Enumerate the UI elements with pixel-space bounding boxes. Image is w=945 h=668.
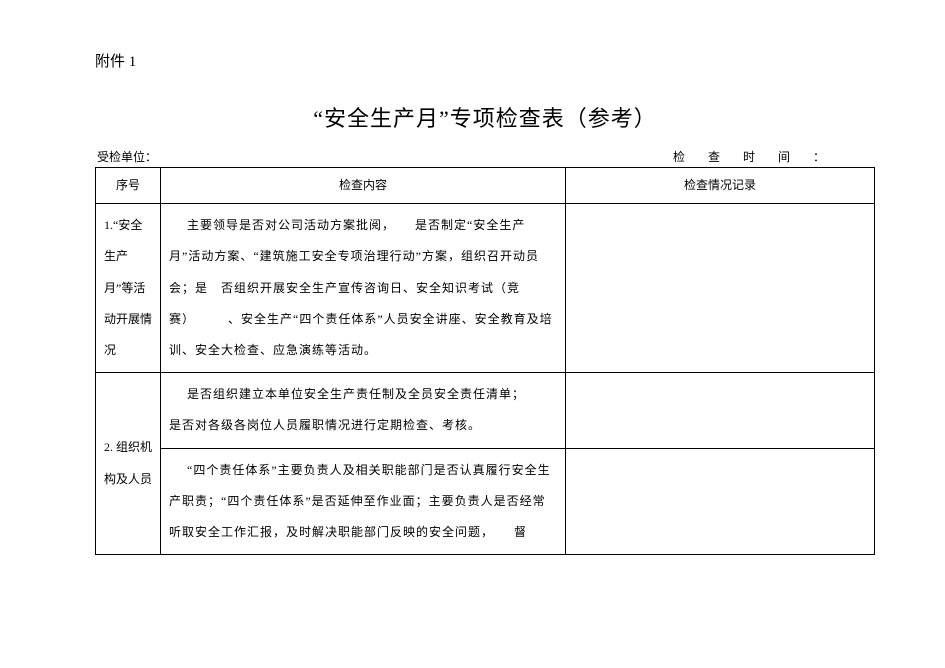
row-record-cell — [566, 448, 875, 555]
table-row: “四个责任体系”主要负责人及相关职能部门是否认真履行安全生产职责；“四个责任体系… — [96, 448, 875, 555]
col-header-idx: 序号 — [96, 168, 161, 204]
table-row: 2. 组织机构及人员 是否组织建立本单位安全生产责任制及全员安全责任清单； 是否… — [96, 373, 875, 448]
row-content-cell: 主要领导是否对公司活动方案批阅， 是否制定“安全生产月”活动方案、“建筑施工安全… — [161, 204, 566, 373]
row-content-cell: “四个责任体系”主要负责人及相关职能部门是否认真履行安全生产职责；“四个责任体系… — [161, 448, 566, 555]
table-row: 1.“安全生产月”等活动开展情况 主要领导是否对公司活动方案批阅， 是否制定“安… — [96, 204, 875, 373]
row-index-cell: 2. 组织机构及人员 — [96, 373, 161, 555]
inspection-time-label: 检 查 时 间 ： — [673, 148, 873, 165]
inspected-unit-label: 受检单位： — [97, 148, 673, 165]
attachment-label: 附件 1 — [95, 50, 875, 71]
row-index-cell: 1.“安全生产月”等活动开展情况 — [96, 204, 161, 373]
col-header-record: 检查情况记录 — [566, 168, 875, 204]
row-record-cell — [566, 373, 875, 448]
table-header-row: 序号 检查内容 检查情况记录 — [96, 168, 875, 204]
row-content-cell: 是否组织建立本单位安全生产责任制及全员安全责任清单； 是否对各级各岗位人员履职情… — [161, 373, 566, 448]
page-title: “安全生产月”专项检查表（参考） — [95, 101, 875, 133]
meta-row: 受检单位： 检 查 时 间 ： — [95, 148, 875, 165]
col-header-content: 检查内容 — [161, 168, 566, 204]
checklist-table: 序号 检查内容 检查情况记录 1.“安全生产月”等活动开展情况 主要领导是否对公… — [95, 167, 875, 555]
row-record-cell — [566, 204, 875, 373]
